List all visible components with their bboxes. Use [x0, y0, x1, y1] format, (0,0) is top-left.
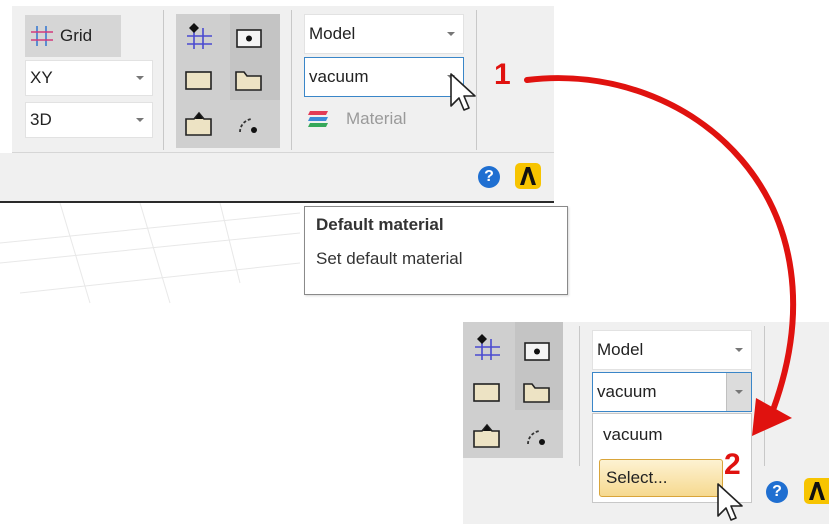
- ribbon-separator: [291, 10, 292, 150]
- material-select-value: vacuum: [597, 382, 657, 401]
- tooltip-description: Set default material: [316, 249, 463, 268]
- mouse-cursor-icon: [450, 73, 476, 111]
- model-select-value: Model: [309, 24, 356, 43]
- point-tool[interactable]: [519, 333, 555, 369]
- dropdown-option-label: Select...: [606, 468, 668, 487]
- chevron-down-icon: [447, 32, 455, 36]
- plane-select[interactable]: XY: [25, 60, 153, 96]
- chevron-down-icon: [735, 348, 743, 352]
- material-select-value: vacuum: [309, 67, 369, 86]
- grid-button-label: Grid: [60, 26, 93, 45]
- ribbon-separator: [163, 10, 164, 150]
- step-2-label: 2: [724, 448, 741, 481]
- node-grid-icon: [187, 23, 212, 49]
- step-1-label: 1: [494, 58, 511, 91]
- extrude-tool[interactable]: [469, 418, 505, 454]
- model-select[interactable]: Model: [592, 330, 752, 370]
- ribbon-separator: [764, 326, 765, 466]
- grid-button[interactable]: Grid: [25, 15, 121, 57]
- tooltip-title: Default material: [316, 215, 444, 234]
- arc-icon: [239, 118, 257, 133]
- point-tool[interactable]: [231, 20, 267, 56]
- point-box-icon: [236, 29, 262, 48]
- extrude-icon: [473, 423, 500, 448]
- folder-shape-icon: [523, 383, 550, 403]
- arc-tool[interactable]: [519, 418, 555, 454]
- material-button-label: Material: [346, 109, 407, 128]
- help-icon[interactable]: ?: [478, 166, 500, 188]
- node-grid-icon: [475, 334, 500, 360]
- model-select-value: Model: [597, 340, 644, 359]
- app-logo-icon[interactable]: [804, 478, 829, 504]
- add-node-tool[interactable]: [469, 329, 505, 365]
- rectangle-tool[interactable]: [181, 62, 217, 98]
- rectangle-icon: [185, 71, 212, 90]
- chevron-down-icon: [136, 118, 144, 122]
- folder-shape-icon: [235, 71, 262, 91]
- dropdown-option[interactable]: vacuum: [603, 425, 663, 445]
- folder-shape-tool[interactable]: [519, 374, 555, 410]
- rectangle-icon: [473, 383, 500, 402]
- rectangle-tool[interactable]: [469, 374, 505, 410]
- help-icon[interactable]: ?: [766, 481, 788, 503]
- model-select[interactable]: Model: [304, 14, 464, 54]
- ribbon-separator: [579, 326, 580, 466]
- extrude-icon: [185, 111, 212, 136]
- mouse-cursor-icon: [717, 483, 743, 521]
- grid-icon: [30, 25, 54, 47]
- arc-tool[interactable]: [231, 106, 267, 142]
- app-logo-icon[interactable]: [515, 163, 541, 189]
- material-select[interactable]: vacuum: [304, 57, 464, 97]
- extrude-tool[interactable]: [181, 106, 217, 142]
- point-box-icon: [524, 342, 550, 361]
- default-material-tooltip: Default material Set default material: [304, 206, 568, 295]
- plane-select-value: XY: [30, 68, 53, 87]
- arc-icon: [527, 430, 545, 445]
- dropdown-option-selected[interactable]: Select...: [599, 459, 723, 497]
- ribbon-top-statusbar: [0, 153, 554, 201]
- folder-shape-tool[interactable]: [231, 62, 267, 98]
- add-node-tool[interactable]: [181, 18, 217, 54]
- view-select[interactable]: 3D: [25, 102, 153, 138]
- chevron-down-icon: [735, 390, 743, 394]
- chevron-down-icon: [136, 76, 144, 80]
- material-stack-icon: [306, 109, 330, 129]
- view-select-value: 3D: [30, 110, 52, 129]
- material-button[interactable]: Material: [306, 104, 456, 134]
- material-select-open[interactable]: vacuum: [592, 372, 752, 412]
